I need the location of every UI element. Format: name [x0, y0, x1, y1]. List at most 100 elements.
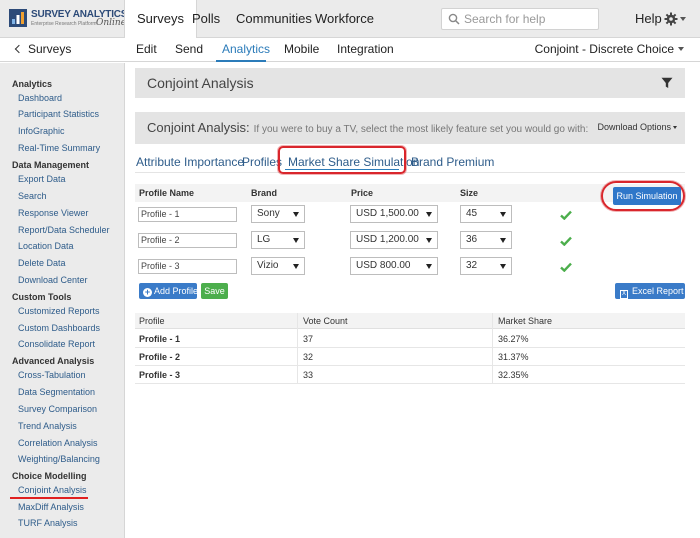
tabs-divider [135, 172, 685, 173]
subnav-send[interactable]: Send [175, 42, 203, 56]
sidebar-item-survey-comparison[interactable]: Survey Comparison [18, 404, 97, 414]
logo-script-text: Online [96, 18, 127, 28]
col-price: Price [351, 188, 374, 198]
simulation-row: Profile - 2 LG USD 1,200.00 36 [135, 228, 585, 254]
caret-down-icon [673, 126, 677, 129]
sidebar-item-cross-tabulation[interactable]: Cross-Tabulation [18, 370, 86, 380]
table-row: Profile - 2 32 31.37% [135, 348, 685, 366]
brand-select[interactable]: LG [251, 231, 305, 249]
sidebar-heading-choice-modelling: Choice Modelling [12, 471, 87, 481]
topnav-workforce[interactable]: Workforce [303, 0, 386, 38]
tab-brand-premium[interactable]: Brand Premium [411, 155, 494, 169]
result-vote-count: 37 [303, 334, 314, 344]
price-value: USD 800.00 [356, 260, 411, 271]
sidebar-item-delete-data[interactable]: Delete Data [18, 258, 66, 268]
sidebar-item-real-time-summary[interactable]: Real-Time Summary [18, 143, 100, 153]
settings-caret-icon[interactable] [680, 17, 686, 21]
col-profile: Profile [139, 316, 165, 326]
simulation-row: Profile - 3 Vizio USD 800.00 32 [135, 254, 585, 280]
sidebar-item-trend-analysis[interactable]: Trend Analysis [18, 421, 77, 431]
col-vote-count: Vote Count [303, 316, 348, 326]
back-label: Surveys [28, 42, 72, 56]
col-size: Size [460, 188, 479, 198]
sidebar-item-search[interactable]: Search [18, 191, 47, 201]
active-subnav-indicator [216, 60, 266, 62]
search-icon [448, 13, 460, 25]
excel-report-button[interactable]: X Excel Report [615, 283, 685, 299]
question-header: Conjoint Analysis: If you were to buy a T… [135, 112, 685, 144]
subnav-edit[interactable]: Edit [136, 42, 157, 56]
size-select[interactable]: 36 [460, 231, 512, 249]
size-value: 36 [466, 234, 478, 245]
filter-icon[interactable] [661, 77, 673, 89]
save-button[interactable]: Save [201, 283, 228, 299]
download-options-menu[interactable]: Download Options [597, 122, 677, 132]
size-select[interactable]: 45 [460, 205, 512, 223]
sidebar-item-response-viewer[interactable]: Response Viewer [18, 208, 88, 218]
dropdown-arrow-icon [293, 264, 299, 269]
dropdown-arrow-icon [500, 238, 506, 243]
logo-mark-icon [9, 9, 27, 27]
run-simulation-button[interactable]: Run Simulation [613, 187, 681, 205]
question-title: Conjoint Analysis: [147, 120, 250, 135]
page-title: Conjoint Analysis [147, 75, 254, 91]
price-select[interactable]: USD 1,200.00 [350, 231, 438, 249]
subnav-integration[interactable]: Integration [337, 42, 394, 56]
brand-select[interactable]: Sony [251, 205, 305, 223]
gear-icon[interactable] [664, 12, 678, 26]
help-search-box[interactable] [441, 8, 599, 30]
price-select[interactable]: USD 1,500.00 [350, 205, 438, 223]
sidebar-item-participant-statistics[interactable]: Participant Statistics [18, 109, 99, 119]
result-vote-count: 33 [303, 370, 314, 380]
sidebar-item-custom-dashboards[interactable]: Custom Dashboards [18, 323, 100, 333]
col-profile-name: Profile Name [139, 188, 195, 198]
back-to-surveys-link[interactable]: Surveys [14, 42, 72, 56]
dropdown-arrow-icon [293, 238, 299, 243]
tab-attribute-importance[interactable]: Attribute Importance [136, 155, 244, 169]
result-market-share: 36.27% [498, 334, 529, 344]
dropdown-arrow-icon [500, 212, 506, 217]
price-value: USD 1,200.00 [356, 234, 419, 245]
help-link[interactable]: Help [635, 0, 662, 38]
chevron-down-icon [678, 47, 684, 51]
sidebar-item-turf-analysis[interactable]: TURF Analysis [18, 518, 78, 528]
price-value: USD 1,500.00 [356, 208, 419, 219]
sidebar-item-conjoint-analysis[interactable]: Conjoint Analysis [18, 485, 87, 495]
profile-name-input[interactable]: Profile - 3 [138, 259, 237, 274]
sidebar-heading-data-management: Data Management [12, 160, 90, 170]
results-table-header: Profile Vote Count Market Share [135, 313, 685, 329]
sidebar-item-customized-reports[interactable]: Customized Reports [18, 306, 100, 316]
help-search-input[interactable] [464, 11, 594, 27]
sidebar-item-infographic[interactable]: InfoGraphic [18, 126, 65, 136]
tab-profiles[interactable]: Profiles [242, 155, 282, 169]
dropdown-arrow-icon [426, 264, 432, 269]
brand-value: Vizio [257, 260, 279, 271]
sidebar-item-data-segmentation[interactable]: Data Segmentation [18, 387, 95, 397]
subnav-mobile[interactable]: Mobile [284, 42, 319, 56]
subnav-analytics[interactable]: Analytics [222, 42, 270, 56]
sidebar-item-consolidate-report[interactable]: Consolidate Report [18, 339, 95, 349]
survey-analytics-logo[interactable]: SURVEY ANALYTICS Enterprise Research Pla… [8, 6, 127, 34]
profile-name-input[interactable]: Profile - 2 [138, 233, 237, 248]
add-profile-button[interactable]: + Add Profile [139, 283, 198, 299]
brand-select[interactable]: Vizio [251, 257, 305, 275]
size-select[interactable]: 32 [460, 257, 512, 275]
tab-red-highlight [278, 146, 406, 174]
sidebar-item-export-data[interactable]: Export Data [18, 174, 66, 184]
sidebar-heading-advanced-analysis: Advanced Analysis [12, 356, 95, 366]
sidebar-item-report-data-scheduler[interactable]: Report/Data Scheduler [18, 225, 110, 235]
table-row: Profile - 1 37 36.27% [135, 330, 685, 348]
sidebar-item-weighting-balancing[interactable]: Weighting/Balancing [18, 454, 100, 464]
result-profile: Profile - 3 [139, 370, 181, 380]
sidebar-item-dashboard[interactable]: Dashboard [18, 93, 62, 103]
price-select[interactable]: USD 800.00 [350, 257, 438, 275]
project-selector[interactable]: Conjoint - Discrete Choice [535, 42, 684, 56]
analytics-sidebar: Analytics Dashboard Participant Statisti… [0, 63, 125, 538]
sidebar-item-location-data[interactable]: Location Data [18, 241, 74, 251]
profile-name-input[interactable]: Profile - 1 [138, 207, 237, 222]
sidebar-item-correlation-analysis[interactable]: Correlation Analysis [18, 438, 98, 448]
sidebar-item-download-center[interactable]: Download Center [18, 275, 88, 285]
sidebar-item-maxdiff-analysis[interactable]: MaxDiff Analysis [18, 502, 84, 512]
download-options-label: Download Options [597, 122, 671, 132]
top-navigation-bar: SURVEY ANALYTICS Enterprise Research Pla… [0, 0, 700, 39]
